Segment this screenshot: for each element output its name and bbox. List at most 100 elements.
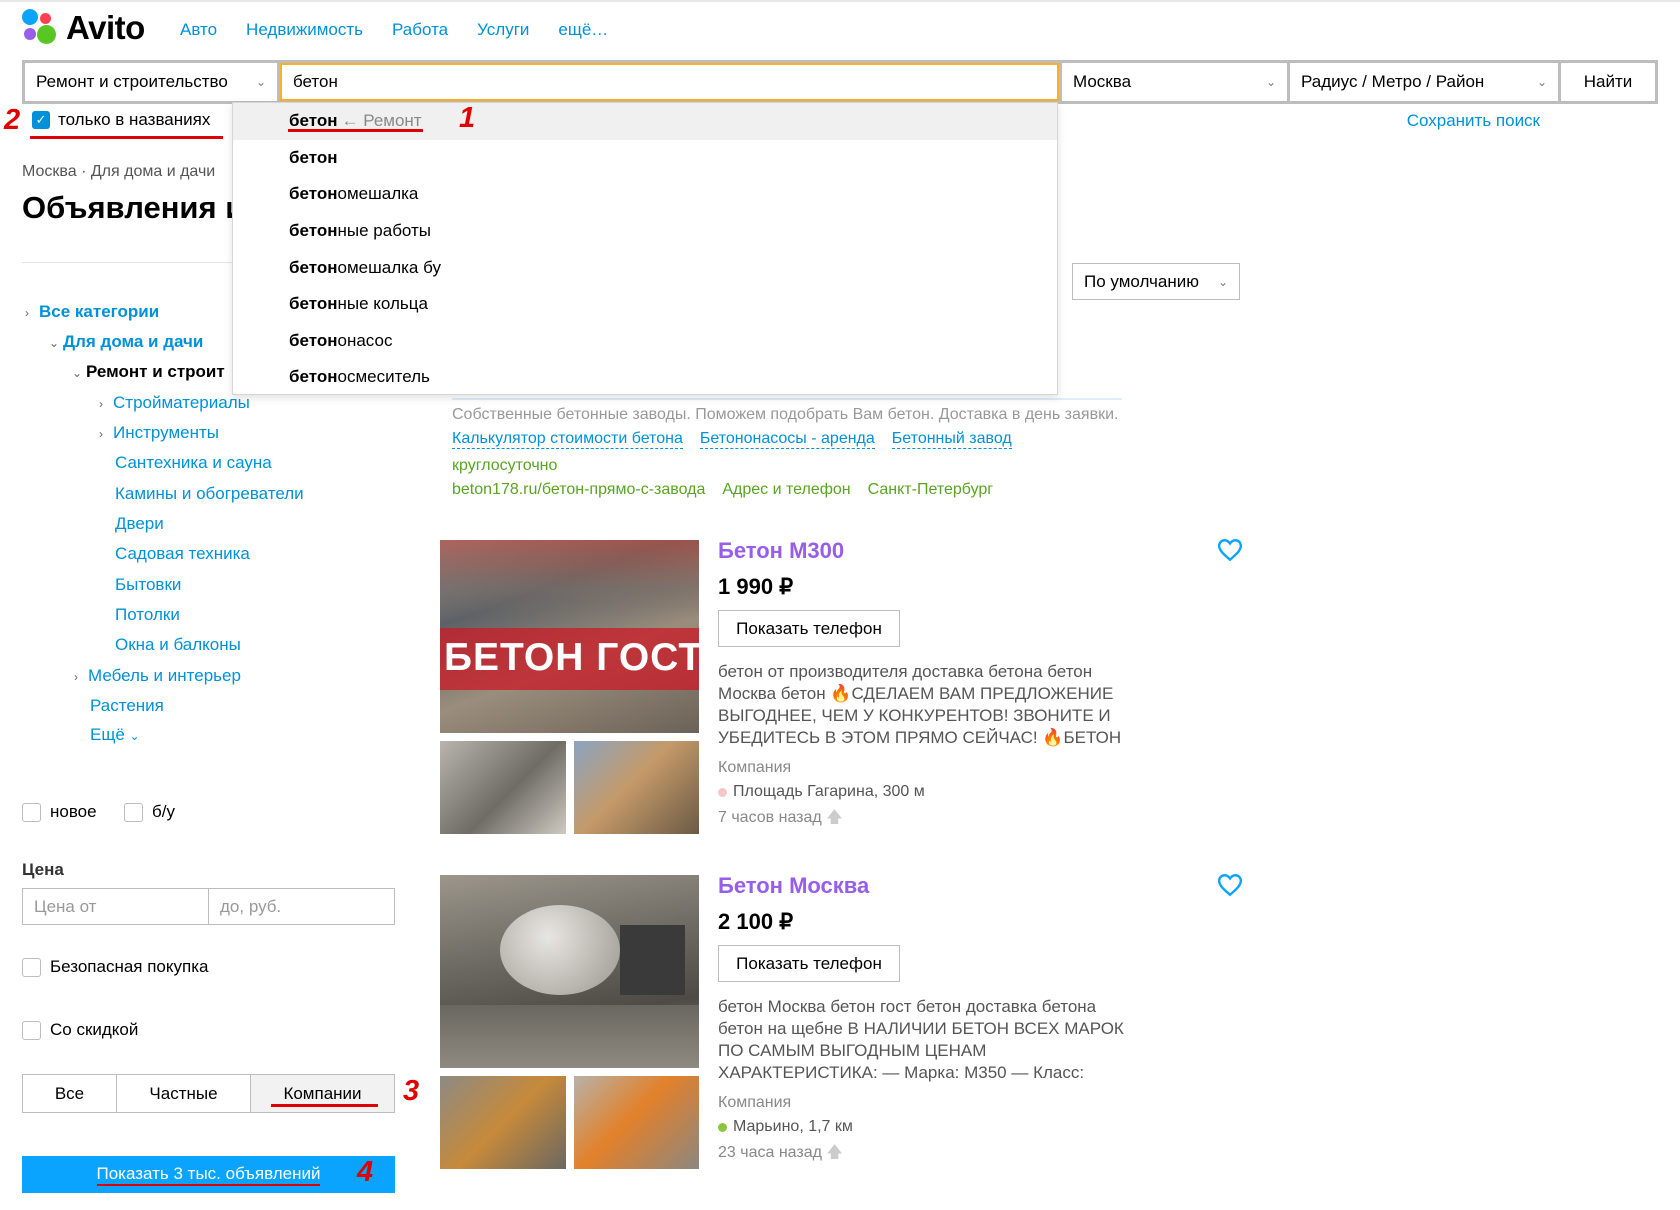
favorite-heart-icon[interactable] <box>1217 538 1243 562</box>
tree-item-tools[interactable]: › Инструменты <box>99 423 219 443</box>
annotation-underline <box>271 1104 378 1107</box>
tree-item-plumbing[interactable]: Сантехника и сауна <box>115 453 272 473</box>
suggestion-match: бетон <box>289 257 338 277</box>
suggestion-rest: омешалка бу <box>337 257 441 277</box>
chevron-right-icon: › <box>74 670 78 684</box>
search-bar: Ремонт и строительство ⌄ бетон Москва ⌄ … <box>22 60 1658 104</box>
ad-contacts[interactable]: Адрес и телефон <box>722 481 850 499</box>
seller-type: Компания <box>718 759 792 776</box>
tree-all-categories[interactable]: › Все категории <box>25 302 159 322</box>
breadcrumb[interactable]: Москва · Для дома и дачи <box>22 163 215 181</box>
city-select[interactable]: Москва ⌄ <box>1062 63 1287 101</box>
listing-description: бетон Москва бетон гост бетон доставка б… <box>718 997 1124 1082</box>
tree-item-garden[interactable]: Садовая техника <box>115 544 250 564</box>
listing-time: 7 часов назад 🡅 <box>718 806 843 833</box>
filter-safe-purchase[interactable]: Безопасная покупка <box>22 957 209 977</box>
tree-item-furniture[interactable]: › Мебель и интерьер <box>74 666 241 686</box>
suggestion-item[interactable]: бетон ные работы <box>233 213 1057 250</box>
category-select[interactable]: Ремонт и строительство ⌄ <box>25 63 277 101</box>
nav-auto[interactable]: Авто <box>180 20 217 40</box>
sort-select[interactable]: По умолчанию ⌄ <box>1072 263 1240 300</box>
nav-jobs[interactable]: Работа <box>392 20 448 40</box>
show-phone-button[interactable]: Показать телефон <box>718 610 900 647</box>
ad-link-calculator[interactable]: Калькулятор стоимости бетона <box>452 430 683 449</box>
checkbox <box>22 957 41 977</box>
chevron-down-icon: ⌄ <box>1536 75 1547 89</box>
suggestion-rest: онасос <box>337 330 393 350</box>
checkbox <box>124 802 143 822</box>
price-to-input[interactable] <box>209 889 394 924</box>
listing-title[interactable]: Бетон Москва <box>718 873 869 899</box>
show-phone-button[interactable]: Показать телефон <box>718 945 900 982</box>
listing-thumb[interactable] <box>574 741 699 834</box>
suggestion-item[interactable]: бетон онасос <box>233 323 1057 360</box>
suggestion-item[interactable]: бетон осмеситель <box>233 359 1057 396</box>
favorite-heart-icon[interactable] <box>1217 873 1243 897</box>
price-range <box>22 888 395 925</box>
tree-item-building-materials[interactable]: › Стройматериалы <box>99 393 250 413</box>
top-nav: Авто Недвижимость Работа Услуги ещё… <box>180 20 608 40</box>
tab-private[interactable]: Частные <box>117 1075 251 1112</box>
chevron-right-icon: › <box>25 306 29 320</box>
category-select-value: Ремонт и строительство <box>36 72 228 91</box>
tab-all[interactable]: Все <box>23 1075 117 1112</box>
tree-home[interactable]: ⌄ Для дома и дачи <box>49 332 203 352</box>
suggestion-item[interactable]: бетон <box>233 140 1057 177</box>
tree-item-doors[interactable]: Двери <box>115 514 164 534</box>
listing-photo[interactable]: БЕТОН ГОСТ <box>440 540 699 733</box>
listing-thumb[interactable] <box>440 1076 566 1169</box>
listing-thumb[interactable] <box>440 741 566 834</box>
tree-all-label: Все категории <box>39 302 160 321</box>
listing-title[interactable]: Бетон М300 <box>718 538 844 564</box>
ad-hours: круглосуточно <box>452 457 558 474</box>
avito-logo[interactable]: Avito <box>22 8 145 48</box>
annotation-number: 2 <box>4 104 21 136</box>
nav-services[interactable]: Услуги <box>477 20 529 40</box>
save-search-link[interactable]: Сохранить поиск <box>1407 111 1540 131</box>
price-from-input[interactable] <box>23 889 208 924</box>
suggestion-item[interactable]: бетон омешалка бу <box>233 249 1057 286</box>
filter-used[interactable]: б/у <box>124 802 175 822</box>
listing-thumb[interactable] <box>574 1076 699 1169</box>
find-button[interactable]: Найти <box>1561 63 1655 101</box>
chevron-down-icon: ⌄ <box>255 75 266 89</box>
suggestion-match: бетон <box>289 184 338 204</box>
show-results-label: Показать 3 тыс. объявлений <box>96 1164 321 1186</box>
only-titles-checkbox[interactable]: ✓ только в названиях <box>32 110 210 130</box>
tree-item-ceilings[interactable]: Потолки <box>115 605 180 625</box>
ad-url[interactable]: beton178.ru/бетон-прямо-с-завода <box>452 481 705 499</box>
listing-photo[interactable] <box>440 875 699 1068</box>
search-input[interactable]: бетон <box>280 63 1059 101</box>
seller-type-tabs: Все Частные Компании <box>22 1074 395 1113</box>
tree-repair[interactable]: ⌄ Ремонт и строит <box>72 362 225 382</box>
tree-home-label: Для дома и дачи <box>63 332 204 351</box>
tree-item-windows[interactable]: Окна и балконы <box>115 635 241 655</box>
suggestion-rest: ные кольца <box>337 294 428 314</box>
ad-link-plant[interactable]: Бетонный завод <box>891 430 1012 449</box>
seller-type: Компания <box>718 1094 792 1111</box>
show-results-button[interactable]: Показать 3 тыс. объявлений <box>22 1156 395 1193</box>
ad-links: Калькулятор стоимости бетона Бетононасос… <box>452 430 1012 449</box>
suggestion-item[interactable]: бетон ные кольца <box>233 286 1057 323</box>
filter-new[interactable]: новое <box>22 802 97 822</box>
tree-item-plants[interactable]: Растения <box>90 696 164 716</box>
annotation-underline <box>288 129 423 132</box>
radius-select[interactable]: Радиус / Метро / Район ⌄ <box>1290 63 1558 101</box>
city-select-value: Москва <box>1073 72 1132 91</box>
ad-meta: beton178.ru/бетон-прямо-с-завода Адрес и… <box>452 481 993 499</box>
tree-more[interactable]: Ещё ⌄ <box>90 725 140 745</box>
nav-realty[interactable]: Недвижимость <box>246 20 363 40</box>
tree-item-cabins[interactable]: Бытовки <box>115 575 181 595</box>
chevron-down-icon: ⌄ <box>72 366 83 380</box>
location-label: Площадь Гагарина, 300 м <box>733 783 925 800</box>
suggestion-item[interactable]: бетон ← Ремонт <box>233 103 1057 140</box>
nav-more[interactable]: ещё… <box>558 20 608 40</box>
suggestion-rest: осмеситель <box>337 367 430 387</box>
suggestion-item[interactable]: бетон омешалка <box>233 176 1057 213</box>
filter-discount[interactable]: Со скидкой <box>22 1020 138 1040</box>
tree-item-fireplaces[interactable]: Камины и обогреватели <box>115 484 304 504</box>
top-border <box>0 0 1680 2</box>
ad-link-pumps[interactable]: Бетононасосы - аренда <box>699 430 875 449</box>
metro-dot-icon <box>718 1122 727 1132</box>
filter-used-label: б/у <box>152 802 175 821</box>
